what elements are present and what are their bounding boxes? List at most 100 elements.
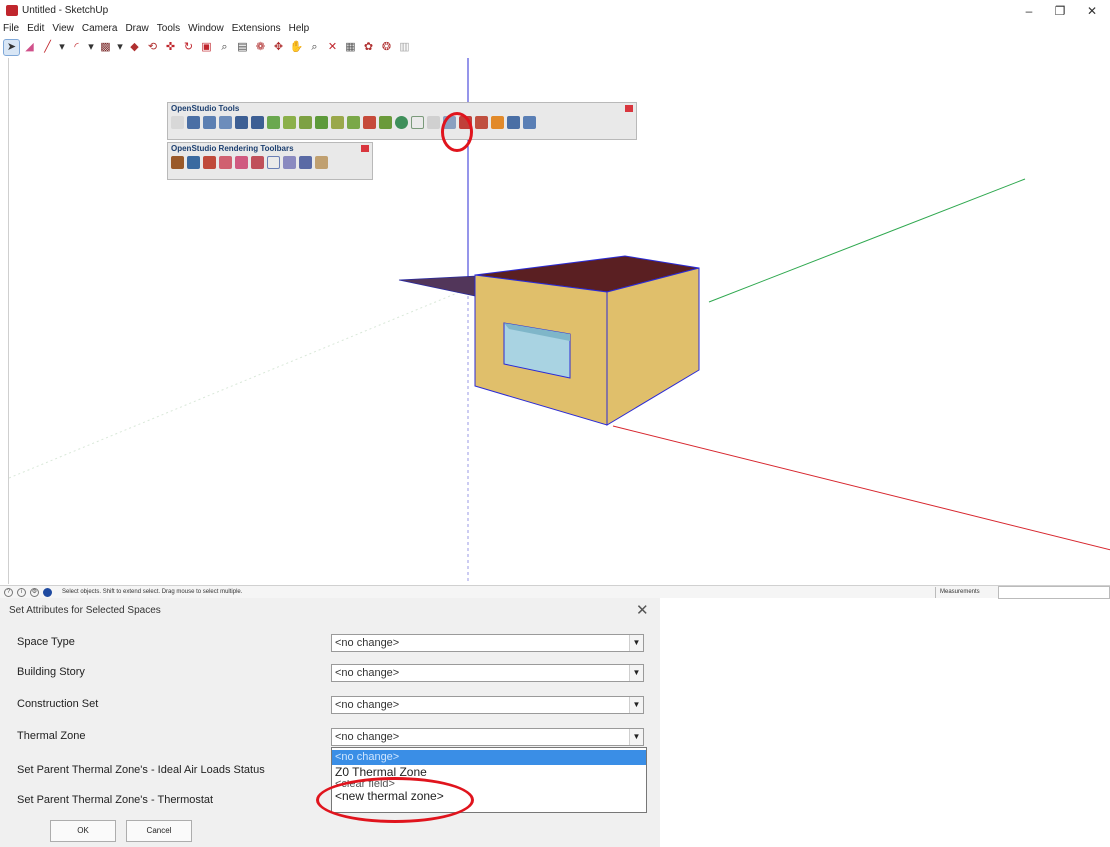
render-by-space-type-icon[interactable] [219,156,232,169]
move-tool-icon[interactable]: ✜ [163,40,178,55]
line-dropdown-icon[interactable]: ▾ [58,40,66,55]
rectangle-tool-icon[interactable]: ▩ [98,40,113,55]
status-message: Select objects. Shift to extend select. … [62,589,243,595]
import-idf-icon[interactable] [235,116,248,129]
openstudio-tools-title: OpenStudio Tools [171,104,240,113]
rotate-tool-icon[interactable]: ↻ [181,40,196,55]
cancel-button[interactable]: Cancel [126,820,192,842]
zoom-extents-icon[interactable]: ✕ [325,40,340,55]
set-attributes-icon[interactable] [395,116,408,129]
select-tool-icon[interactable]: ➤ [3,38,20,56]
open-model-icon[interactable] [187,116,200,129]
measurements-input[interactable] [998,586,1110,599]
menu-draw[interactable]: Draw [124,23,149,37]
openstudio-tools-header: OpenStudio Tools [168,103,636,114]
red-axis [612,425,1110,551]
option-no-change[interactable]: <no change> [332,750,646,765]
render-by-boundary-icon[interactable] [187,156,200,169]
export-idf-icon[interactable] [251,116,264,129]
project-loose-geometry-icon[interactable] [411,116,424,129]
new-luminaire-icon[interactable] [347,116,360,129]
render-by-thermal-zone-icon[interactable] [235,156,248,169]
new-daylighting-icon[interactable] [315,116,328,129]
orbit-tool-icon[interactable]: ✥ [271,40,286,55]
save-model-icon[interactable] [203,116,216,129]
line-tool-icon[interactable]: ╱ [40,40,55,55]
eraser-tool-icon[interactable]: ◢ [22,40,37,55]
render-by-construction-icon[interactable] [203,156,216,169]
annotation-circle-toolbar [441,112,473,152]
surface-matching-icon[interactable] [379,116,392,129]
menu-extensions[interactable]: Extensions [231,23,282,37]
minimize-button[interactable]: – [1016,3,1042,19]
building-story-value: <no change> [335,667,400,679]
new-interior-partition-icon[interactable] [299,116,312,129]
new-model-icon[interactable] [171,116,184,129]
render-layer-icon[interactable] [315,156,328,169]
close-openstudio-rendering-icon[interactable] [361,145,369,152]
render-data-icon[interactable] [283,156,296,169]
openstudio-app-icon[interactable] [507,116,520,129]
space-type-select[interactable]: <no change> ▼ [331,634,644,652]
thermal-zone-select[interactable]: <no change> ▼ [331,728,644,746]
menu-help[interactable]: Help [288,23,311,37]
menu-file[interactable]: File [2,23,20,37]
warning-icon[interactable] [491,116,504,129]
pan-tool-icon[interactable]: ✋ [289,40,304,55]
help-icon[interactable] [523,116,536,129]
extension-manager-icon[interactable]: ▥ [397,40,412,55]
chevron-down-icon[interactable]: ▼ [629,697,643,713]
render-transparent-icon[interactable] [267,156,280,169]
arc-dropdown-icon[interactable]: ▾ [87,40,95,55]
status-bar: ? i ⚙ ● Select objects. Shift to extend … [0,585,1110,599]
warehouse-icon[interactable]: ▦ [343,40,358,55]
paint-bucket-icon[interactable]: ❁ [253,40,268,55]
dialog-close-button[interactable]: ✕ [636,601,649,619]
chevron-down-icon[interactable]: ▼ [629,635,643,651]
menu-tools[interactable]: Tools [156,23,181,37]
space-diagram-icon[interactable] [427,116,440,129]
chevron-down-icon[interactable]: ▼ [629,665,643,681]
new-illuminance-map-icon[interactable] [331,116,344,129]
new-shading-group-icon[interactable] [283,116,296,129]
menu-edit[interactable]: Edit [26,23,45,37]
credits-status-icon[interactable]: ⚙ [30,588,39,597]
info-status-icon[interactable]: i [17,588,26,597]
menu-camera[interactable]: Camera [81,23,119,37]
construction-set-value: <no change> [335,699,400,711]
tape-measure-icon[interactable]: ⌕ [217,40,232,55]
render-by-story-icon[interactable] [251,156,264,169]
ideal-air-loads-label: Set Parent Thermal Zone's - Ideal Air Lo… [17,764,265,776]
building-story-select[interactable]: <no change> ▼ [331,664,644,682]
scale-tool-icon[interactable]: ▣ [199,40,214,55]
push-pull-tool-icon[interactable]: ◆ [127,40,142,55]
render-wireframe-icon[interactable] [299,156,312,169]
side-wall-face[interactable] [606,267,700,426]
render-by-class-icon[interactable] [171,156,184,169]
rectangle-dropdown-icon[interactable]: ▾ [116,40,124,55]
zoom-tool-icon[interactable]: ⌕ [307,40,322,55]
construction-set-select[interactable]: <no change> ▼ [331,696,644,714]
close-window-button[interactable]: ✕ [1079,3,1105,19]
menu-window[interactable]: Window [187,23,225,37]
glare-sensor-icon[interactable] [363,116,376,129]
chevron-down-icon[interactable]: ▼ [629,729,643,745]
save-as-icon[interactable] [219,116,232,129]
user-status-icon[interactable]: ● [43,588,52,597]
openstudio-rendering-title: OpenStudio Rendering Toolbars [171,144,294,153]
maximize-button[interactable]: ❐ [1047,3,1073,19]
menu-view[interactable]: View [51,23,75,37]
ok-button[interactable]: OK [50,820,116,842]
new-space-icon[interactable] [267,116,280,129]
arc-tool-icon[interactable]: ◜ [69,40,84,55]
text-tool-icon[interactable]: ▤ [235,40,250,55]
offset-tool-icon[interactable]: ⟲ [145,40,160,55]
extension-warehouse-icon[interactable]: ✿ [361,40,376,55]
modeling-viewport[interactable]: OpenStudio Tools OpenStudio Rendering To… [8,58,1110,584]
info-tool-icon[interactable] [475,116,488,129]
space-type-label: Space Type [17,636,75,648]
help-status-icon[interactable]: ? [4,588,13,597]
green-axis [708,178,1026,303]
layout-icon[interactable]: ❂ [379,40,394,55]
close-openstudio-tools-icon[interactable] [625,105,633,112]
